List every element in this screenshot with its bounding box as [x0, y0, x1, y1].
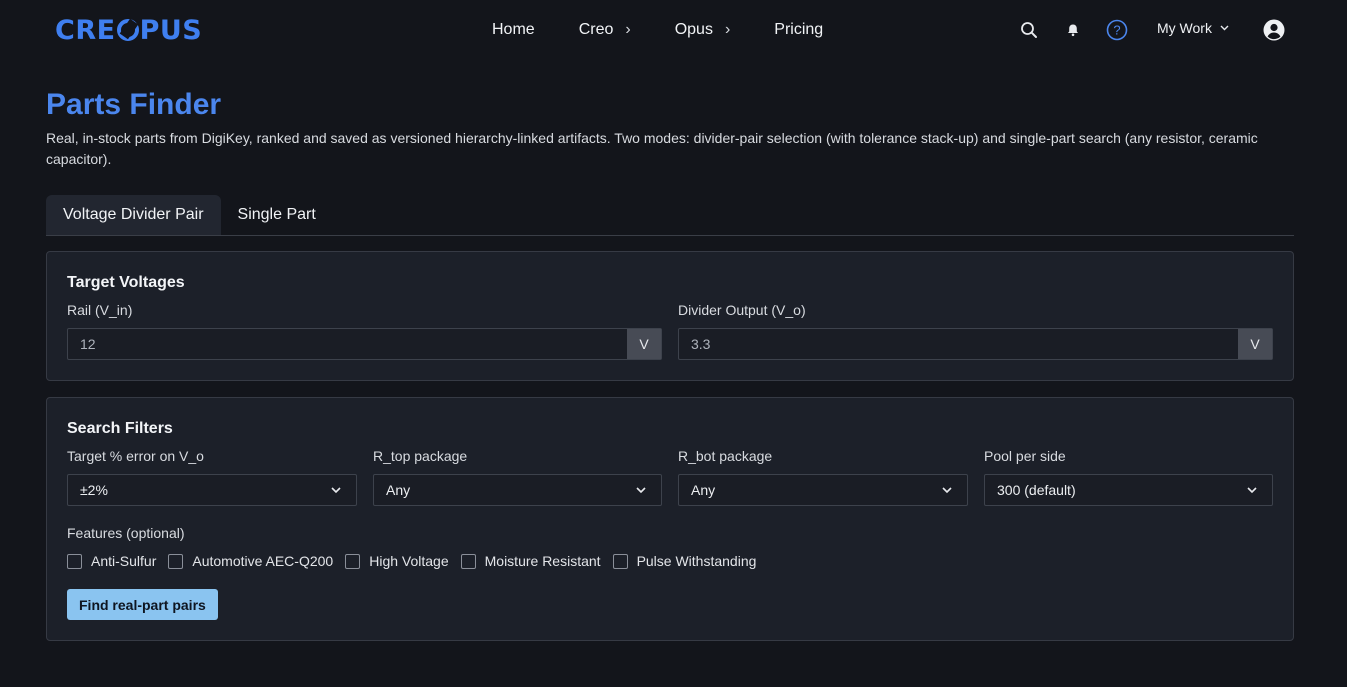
- features-checkboxes: Anti-Sulfur Automotive AEC-Q200 High Vol…: [67, 553, 768, 569]
- nav-pricing-label: Pricing: [774, 21, 824, 38]
- logo-text-left: CRE: [55, 14, 116, 46]
- feature-label: High Voltage: [369, 553, 449, 569]
- page-description: Real, in-stock parts from DigiKey, ranke…: [46, 130, 1258, 167]
- help-icon[interactable]: ?: [1105, 18, 1129, 42]
- error-select[interactable]: ±2%: [67, 474, 357, 506]
- rail-input-group: V: [67, 328, 662, 360]
- search-icon[interactable]: [1017, 18, 1041, 42]
- bell-icon[interactable]: [1061, 18, 1085, 42]
- chevron-down-icon: [1246, 483, 1258, 499]
- error-label: Target % error on V_o: [67, 448, 204, 464]
- checkbox[interactable]: [168, 553, 184, 569]
- my-work-label: My Work: [1157, 20, 1212, 36]
- target-voltages-card: Target Voltages Rail (V_in) V Divider Ou…: [46, 251, 1294, 381]
- nav-home[interactable]: Home: [492, 21, 535, 39]
- divider-output-input-group: V: [678, 328, 1273, 360]
- feature-label: Pulse Withstanding: [636, 553, 757, 569]
- feature-label: Anti-Sulfur: [91, 553, 157, 569]
- nav-creo[interactable]: Creo ›: [579, 21, 631, 39]
- my-work-menu[interactable]: My Work: [1157, 20, 1229, 36]
- feature-label: Moisture Resistant: [484, 553, 601, 569]
- tab-voltage-divider-pair[interactable]: Voltage Divider Pair: [46, 195, 221, 235]
- feature-automotive-aec-q200[interactable]: Automotive AEC-Q200: [168, 553, 333, 569]
- feature-label: Automotive AEC-Q200: [192, 553, 334, 569]
- svg-text:?: ?: [1113, 23, 1120, 38]
- r-bot-package-select[interactable]: Any: [678, 474, 968, 506]
- checkbox[interactable]: [345, 553, 361, 569]
- find-pairs-button[interactable]: Find real-part pairs: [67, 589, 218, 620]
- divider-output-input[interactable]: [679, 329, 1238, 359]
- page-title: Parts Finder: [46, 88, 222, 121]
- r-top-package-select[interactable]: Any: [373, 474, 662, 506]
- chevron-down-icon: [1220, 22, 1229, 34]
- nav-creo-label: Creo: [578, 21, 614, 38]
- pool-per-side-select[interactable]: 300 (default): [984, 474, 1273, 506]
- search-filters-card: Search Filters Target % error on V_o ±2%…: [46, 397, 1294, 641]
- chevron-down-icon: [635, 483, 647, 499]
- chevron-down-icon: [330, 483, 342, 499]
- checkbox[interactable]: [67, 553, 82, 569]
- chevron-right-icon: ›: [724, 21, 731, 38]
- r-bot-package-label: R_bot package: [678, 448, 773, 464]
- nav-pricing[interactable]: Pricing: [774, 21, 823, 39]
- error-select-value: ±2%: [80, 482, 108, 498]
- r-top-package-label: R_top package: [373, 448, 468, 464]
- search-filters-title: Search Filters: [67, 420, 173, 437]
- r-top-package-value: Any: [386, 482, 411, 498]
- pool-per-side-label: Pool per side: [984, 448, 1066, 464]
- main-nav: Home Creo › Opus › Pricing: [492, 0, 823, 60]
- account-icon[interactable]: [1262, 18, 1286, 42]
- chevron-down-icon: [941, 483, 953, 499]
- divider-output-unit: V: [1238, 329, 1272, 359]
- logo-o-icon: [116, 19, 139, 41]
- checkbox[interactable]: [460, 553, 476, 569]
- features-label: Features (optional): [67, 525, 185, 541]
- feature-high-voltage[interactable]: High Voltage: [345, 553, 449, 569]
- tab-single-part[interactable]: Single Part: [221, 195, 333, 235]
- feature-moisture-resistant[interactable]: Moisture Resistant: [460, 553, 601, 569]
- r-bot-package-value: Any: [691, 482, 716, 498]
- creopus-logo[interactable]: CRE PUS: [55, 14, 202, 46]
- nav-opus[interactable]: Opus ›: [675, 21, 731, 39]
- nav-opus-label: Opus: [674, 21, 713, 38]
- pool-per-side-value: 300 (default): [997, 482, 1076, 498]
- chevron-right-icon: ›: [625, 21, 631, 38]
- nav-home-label: Home: [492, 21, 535, 38]
- feature-pulse-withstanding[interactable]: Pulse Withstanding: [612, 553, 757, 569]
- checkbox[interactable]: [612, 553, 628, 569]
- target-voltages-title: Target Voltages: [67, 274, 185, 291]
- divider-output-label: Divider Output (V_o): [678, 302, 806, 318]
- logo-text-right: PUS: [139, 14, 203, 46]
- top-nav: CRE PUS Home Creo › Opus › Pricing ? My W…: [0, 0, 1347, 60]
- rail-label: Rail (V_in): [67, 302, 133, 318]
- feature-anti-sulfur[interactable]: Anti-Sulfur: [67, 553, 156, 569]
- mode-tabs: Voltage Divider Pair Single Part: [46, 195, 1294, 236]
- rail-unit: V: [627, 329, 661, 359]
- rail-input[interactable]: [68, 329, 627, 359]
